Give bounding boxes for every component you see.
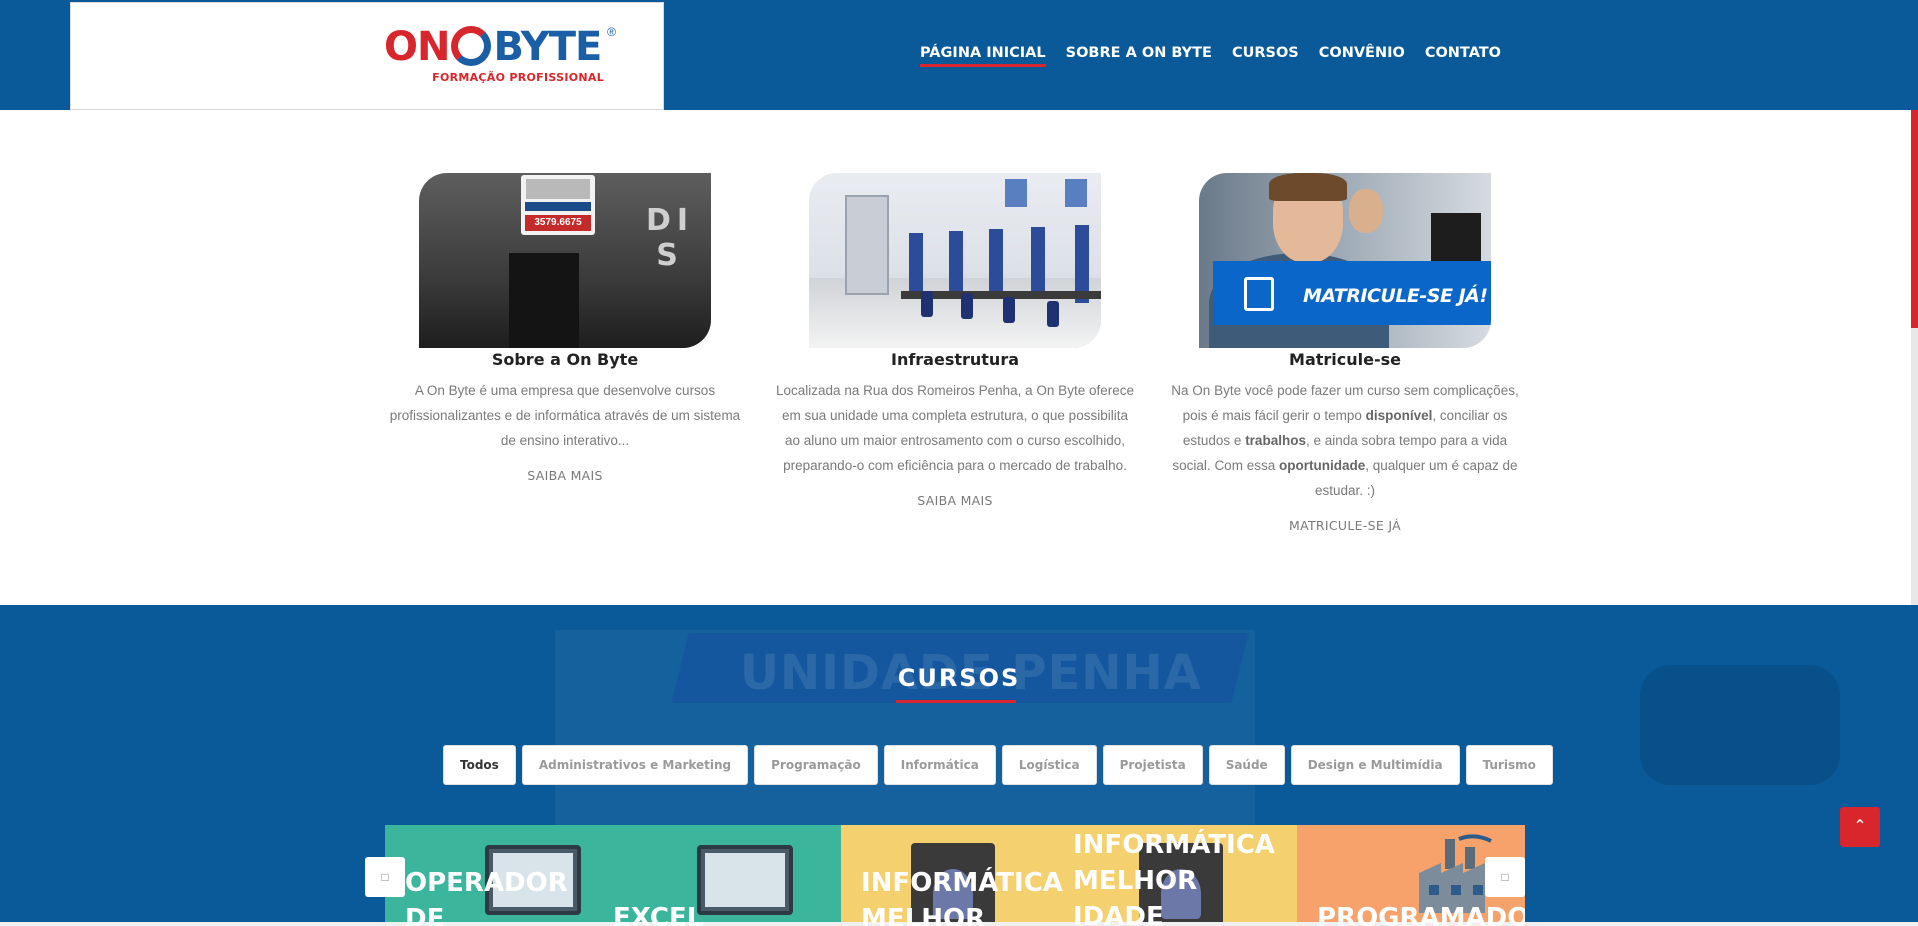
filter-administrativos[interactable]: Administrativos e Marketing <box>521 745 749 785</box>
logo-container[interactable]: ON BYTE ® FORMAÇÃO PROFISSIONAL <box>70 2 664 110</box>
site-header: ON BYTE ® FORMAÇÃO PROFISSIONAL PÁGINA IN… <box>0 0 1918 110</box>
feature-image-classroom[interactable] <box>809 173 1101 348</box>
nav-item-contato[interactable]: CONTATO <box>1425 45 1501 67</box>
filter-saude[interactable]: Saúde <box>1208 745 1285 785</box>
feature-image-storefront[interactable]: 3579.6675 DI S <box>419 173 711 348</box>
course-card-title: OPERADOR DE <box>405 868 568 926</box>
feature-sobre: 3579.6675 DI S Sobre a On Byte A On Byte… <box>385 173 745 485</box>
nav-item-cursos[interactable]: CURSOS <box>1232 45 1299 67</box>
classroom-door <box>845 195 889 295</box>
scroll-indicator-fill <box>1911 110 1918 328</box>
filter-programacao[interactable]: Programação <box>754 745 878 785</box>
carousel-prev-button[interactable]: □ <box>365 857 405 897</box>
logo-on-text: ON <box>384 24 450 70</box>
filter-informatica[interactable]: Informática <box>883 745 996 785</box>
logo-ring-icon <box>451 26 492 66</box>
course-card-informatica-melhor-idade[interactable]: INFORMÁTICA MELHOR IDADE <box>1069 825 1297 926</box>
saiba-mais-link[interactable]: SAIBA MAIS <box>527 468 602 483</box>
logo-subtitle: FORMAÇÃO PROFISSIONAL <box>432 71 604 84</box>
course-filters: Todos Administrativos e Marketing Progra… <box>443 745 1553 785</box>
feature-title: Sobre a On Byte <box>491 350 639 369</box>
storefront-door <box>509 253 579 348</box>
filter-design[interactable]: Design e Multimídia <box>1290 745 1460 785</box>
chevron-right-icon: □ <box>1501 870 1509 884</box>
filter-projetista[interactable]: Projetista <box>1102 745 1203 785</box>
scroll-indicator[interactable] <box>1911 110 1918 605</box>
section-title: CURSOS <box>897 664 1021 692</box>
nav-item-pagina-inicial[interactable]: PÁGINA INICIAL <box>920 45 1046 67</box>
feature-description: Localizada na Rua dos Romeiros Penha, a … <box>776 383 1134 473</box>
filter-turismo[interactable]: Turismo <box>1465 745 1553 785</box>
laptop-chart-icon <box>697 845 793 915</box>
storefront-letters: DI S <box>645 203 695 273</box>
feature-description: Na On Byte você pode fazer um curso sem … <box>1171 383 1519 498</box>
carousel-next-button[interactable]: □ <box>1485 857 1525 897</box>
store-sign: 3579.6675 <box>521 175 595 235</box>
course-card-informatica-melhor[interactable]: INFORMÁTICA MELHOR <box>841 825 1069 926</box>
feature-matricule: MATRICULE-SE JÁ! Matricule-se Na On Byte… <box>1165 173 1525 535</box>
chevron-up-icon: ⌃ <box>1853 818 1867 835</box>
registered-mark: ® <box>607 25 616 39</box>
matricule-banner-text: MATRICULE-SE JÁ! <box>1303 285 1488 307</box>
feature-title: Infraestrutura <box>890 350 1020 369</box>
chevron-left-icon: □ <box>381 870 389 884</box>
feature-image-student[interactable]: MATRICULE-SE JÁ! <box>1199 173 1491 348</box>
filter-todos[interactable]: Todos <box>443 745 516 785</box>
logo-byte-text: BYTE <box>493 24 602 70</box>
feature-description: A On Byte é uma empresa que desenvolve c… <box>389 383 741 448</box>
course-card-title: PROGRAMADO <box>1317 903 1525 926</box>
logo-wordmark: ON BYTE <box>384 24 602 70</box>
matricule-link[interactable]: MATRICULE-SE JÁ <box>1289 518 1401 533</box>
course-card-excel[interactable]: EXCEL <box>613 825 841 926</box>
course-card-title: INFORMÁTICA MELHOR IDADE <box>1073 830 1275 926</box>
feature-title: Matricule-se <box>1289 350 1401 369</box>
course-card-operador[interactable]: OPERADOR DE <box>385 825 613 926</box>
feature-infraestrutura: Infraestrutura Localizada na Rua dos Rom… <box>775 173 1135 510</box>
title-underline <box>896 700 1016 703</box>
saiba-mais-link[interactable]: SAIBA MAIS <box>917 493 992 508</box>
main-nav: PÁGINA INICIAL SOBRE A ON BYTE CURSOS CO… <box>920 45 1501 67</box>
nav-item-convenio[interactable]: CONVÊNIO <box>1319 45 1405 67</box>
back-to-top-button[interactable]: ⌃ <box>1840 807 1880 847</box>
nav-item-sobre[interactable]: SOBRE A ON BYTE <box>1066 45 1212 67</box>
courses-carousel: OPERADOR DE EXCEL INFORMÁTICA MELHOR INF… <box>385 825 1525 926</box>
cursos-section: UNIDADE PENHA CURSOS Todos Administrativ… <box>0 605 1918 926</box>
store-sign-phone: 3579.6675 <box>525 215 591 231</box>
course-card-title: INFORMÁTICA MELHOR <box>861 868 1063 926</box>
filter-logistica[interactable]: Logística <box>1001 745 1097 785</box>
form-icon <box>1244 277 1274 311</box>
course-card-title: EXCEL <box>613 903 704 926</box>
onbyte-logo[interactable]: ON BYTE ® FORMAÇÃO PROFISSIONAL <box>384 24 616 89</box>
